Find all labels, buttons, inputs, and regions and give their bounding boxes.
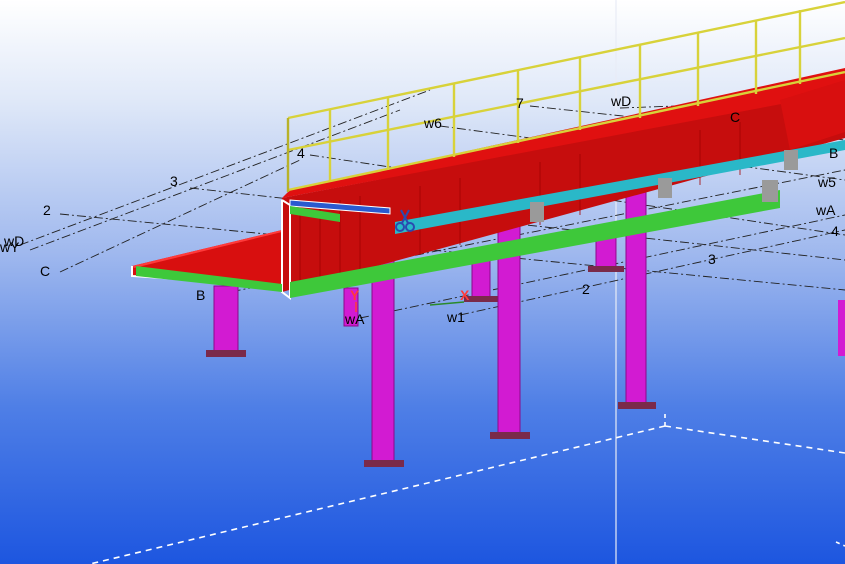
grid-label-7: 7 [516,95,524,111]
grid-label-3-right: 3 [708,251,716,267]
grid-label-B-left: B [196,287,205,303]
grid-label-3-left: 3 [170,173,178,189]
column-edge-right [838,300,845,356]
grid-label-wA-bottom: wA [344,311,365,327]
grid-label-wA-right: wA [815,202,836,218]
bracket-plate-1 [530,202,544,222]
deck-main-side [282,90,845,292]
grid-label-B-right: B [829,145,838,161]
bracket-plate-3 [784,150,798,170]
grid-label-2-mid: 2 [582,281,590,297]
grid-label-w5-right: w5 [817,174,836,190]
axis-x-label: X [460,287,470,303]
grid-label-C-left: C [40,263,50,279]
grid-label-2-left: 2 [43,202,51,218]
work-area-bottom-edge-right [664,425,845,454]
bracket-plate-4 [762,180,778,202]
grid-label-wY-left: wY [0,239,20,255]
grid-label-4-right: 4 [831,223,839,239]
column-front-left [206,285,246,357]
structure-scene[interactable]: Y X w6 7 wD C 4 3 2 wD wY C B wA w1 2 3 … [0,0,845,564]
grid-label-C-top: C [730,109,740,125]
grid-label-w6: w6 [423,115,442,131]
grid-label-4-left: 4 [297,145,305,161]
bracket-plate-2 [658,178,672,198]
grid-label-w1-bottom: w1 [446,309,465,325]
grid-label-wD-top: wD [610,93,631,109]
axis-y-label: Y [350,287,360,303]
model-viewport[interactable]: Y X w6 7 wD C 4 3 2 wD wY C B wA w1 2 3 … [0,0,845,564]
work-area-corner-right [835,541,845,547]
